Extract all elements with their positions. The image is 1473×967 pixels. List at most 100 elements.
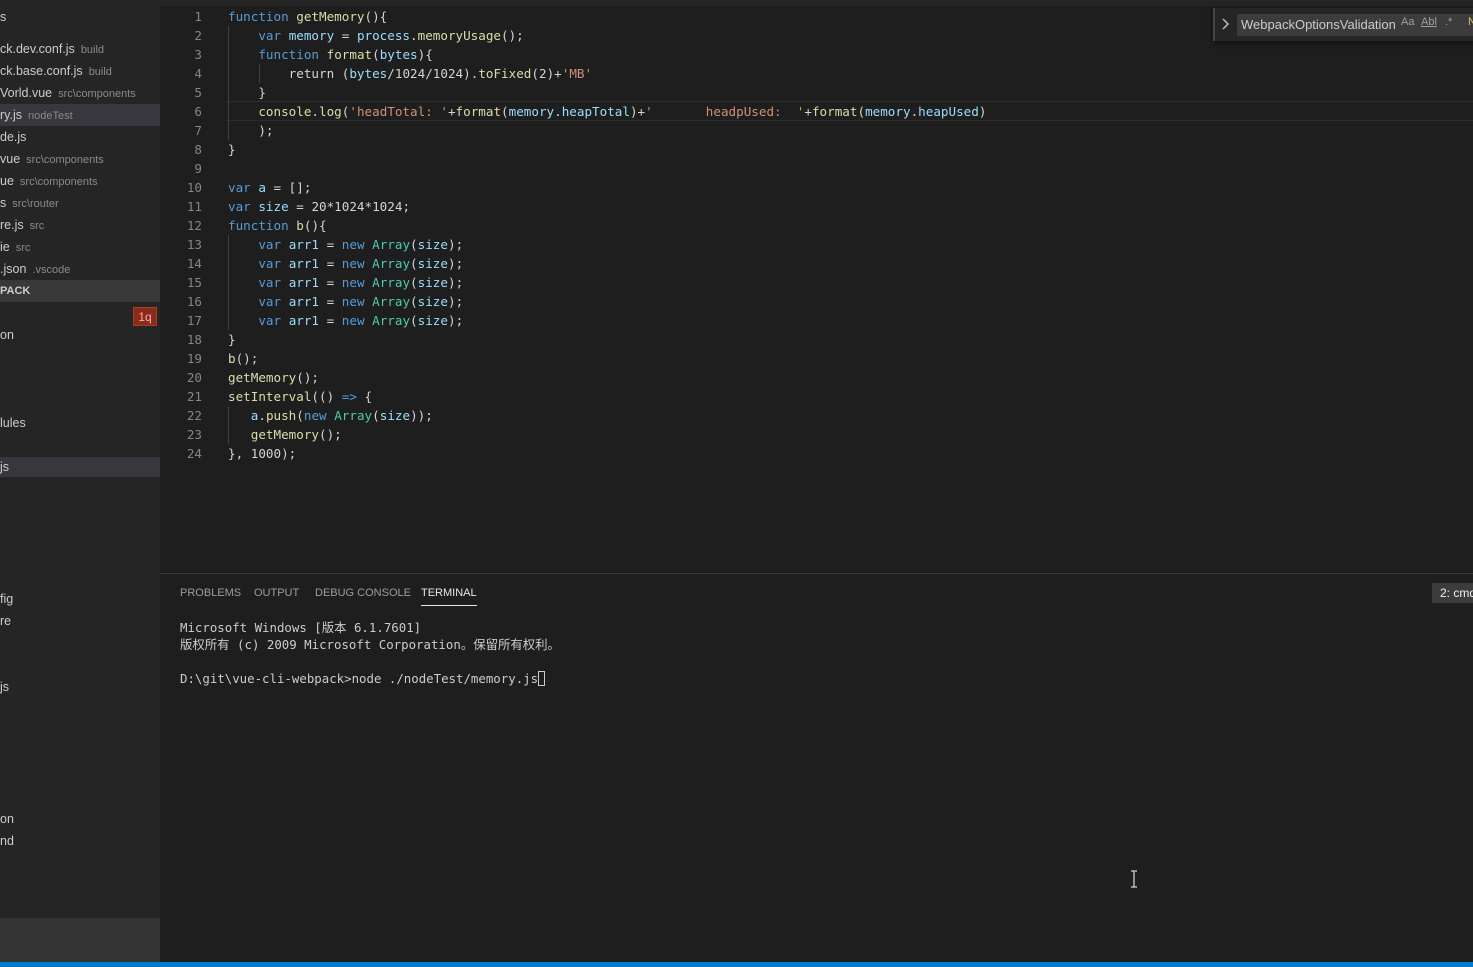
terminal-prompt-line[interactable]: D:\git\vue-cli-webpack>node ./nodeTest/m…: [180, 670, 546, 687]
code-line: 19 b();: [160, 349, 1473, 368]
line-number: 20: [186, 370, 202, 385]
line-number: 2: [194, 28, 202, 43]
code-line: 7 );: [160, 121, 1473, 140]
code-text: a.push(new Array(size));: [250, 408, 433, 423]
chevron-right-icon[interactable]: [1221, 16, 1231, 32]
code-text: setInterval(() => {: [228, 389, 373, 404]
code-line: 21 setInterval(() => {: [160, 387, 1473, 406]
tree-item[interactable]: lules: [0, 413, 160, 433]
open-editor-item[interactable]: .json .vscode: [0, 258, 160, 280]
code-line: 20 getMemory();: [160, 368, 1473, 387]
problem-badge: 1q: [133, 307, 157, 326]
file-path: src\components: [26, 154, 104, 166]
code-line: 11 var size = 20*1024*1024;: [160, 197, 1473, 216]
line-number: 16: [186, 294, 202, 309]
file-path: src\components: [19, 176, 98, 188]
terminal-output-line: 版权所有 (c) 2009 Microsoft Corporation。保留所有…: [180, 637, 560, 652]
sidebar-footer: [0, 918, 160, 967]
line-number: 22: [186, 408, 202, 423]
tree-item[interactable]: on: [0, 325, 160, 345]
code-line: 15 var arr1 = new Array(size);: [160, 273, 1473, 292]
line-number: 4: [194, 66, 202, 81]
file-name: .json: [0, 262, 27, 276]
code-editor[interactable]: 1 function getMemory(){ 2 var memory = pr…: [160, 0, 1473, 573]
tree-item[interactable]: js: [0, 677, 160, 697]
line-number: 23: [186, 427, 202, 442]
line-number: 1: [194, 9, 202, 24]
find-input[interactable]: WebpackOptionsValidation: [1237, 14, 1473, 36]
code-text: }: [228, 332, 236, 347]
file-path: src: [29, 220, 45, 232]
line-number: 17: [186, 313, 202, 328]
code-text: var arr1 = new Array(size);: [258, 256, 464, 271]
tab-output[interactable]: OUTPUT: [254, 586, 299, 606]
line-number: 13: [186, 237, 202, 252]
tree-item[interactable]: fig: [0, 589, 160, 609]
code-line: 9: [160, 159, 1473, 178]
tab-debug-console[interactable]: DEBUG CONSOLE: [315, 586, 411, 606]
line-number: 24: [186, 446, 202, 461]
open-editor-item[interactable]: s src\router: [0, 192, 160, 214]
code-text: b();: [228, 351, 259, 366]
code-text: var arr1 = new Array(size);: [258, 237, 464, 252]
terminal-select[interactable]: 2: cmd: [1432, 583, 1473, 603]
explorer-sidebar: s ck.dev.conf.js build ck.base.conf.js bui…: [0, 0, 160, 967]
tab-problems[interactable]: PROBLEMS: [180, 586, 241, 606]
terminal-output-line: Microsoft Windows [版本 6.1.7601]: [180, 620, 422, 635]
file-name: s: [0, 10, 7, 24]
line-number: 6: [194, 104, 202, 119]
tab-terminal[interactable]: TERMINAL: [421, 586, 477, 606]
open-editor-item-active[interactable]: ry.js nodeTest: [0, 104, 160, 126]
file-name: Vorld.vue: [0, 86, 53, 100]
code-text: }: [228, 85, 266, 100]
bottom-panel: PROBLEMS OUTPUT DEBUG CONSOLE TERMINAL 2…: [160, 573, 1473, 962]
code-line: 13 var arr1 = new Array(size);: [160, 235, 1473, 254]
open-editor-item[interactable]: ie src: [0, 236, 160, 258]
tree-item[interactable]: nd: [0, 831, 160, 851]
line-number: 9: [194, 161, 202, 176]
tree-item[interactable]: on: [0, 809, 160, 829]
find-widget: WebpackOptionsValidation Aa Abl .* N: [1213, 8, 1473, 41]
file-path: build: [88, 66, 112, 78]
line-number: 11: [186, 199, 202, 214]
line-number: 5: [194, 85, 202, 100]
code-line: 17 var arr1 = new Array(size);: [160, 311, 1473, 330]
find-input-value: WebpackOptionsValidation: [1241, 17, 1396, 32]
open-editor-item[interactable]: de.js: [0, 126, 160, 148]
file-path: nodeTest: [28, 110, 73, 122]
code-line: 4 return (bytes/1024/1024).toFixed(2)+'M…: [160, 64, 1473, 83]
code-line: 16 var arr1 = new Array(size);: [160, 292, 1473, 311]
code-line: 12 function b(){: [160, 216, 1473, 235]
line-number: 18: [186, 332, 202, 347]
tree-item[interactable]: re: [0, 611, 160, 631]
file-name: re.js: [0, 218, 24, 232]
open-editor-item[interactable]: s: [0, 6, 160, 28]
open-editor-item[interactable]: Vorld.vue src\components: [0, 82, 160, 104]
regex-toggle[interactable]: .*: [1445, 16, 1452, 28]
line-number: 8: [194, 142, 202, 157]
open-editor-item[interactable]: ck.dev.conf.js build: [0, 38, 160, 60]
code-line: 14 var arr1 = new Array(size);: [160, 254, 1473, 273]
file-name: ie: [0, 240, 10, 254]
whole-word-toggle[interactable]: Abl: [1421, 16, 1437, 28]
file-name: s: [0, 196, 7, 210]
code-line: 10 var a = [];: [160, 178, 1473, 197]
code-line: 23 getMemory();: [160, 425, 1473, 444]
file-path: .vscode: [32, 264, 71, 276]
code-text: }: [228, 142, 236, 157]
project-section-header[interactable]: PACK: [0, 280, 160, 302]
line-number: 3: [194, 47, 202, 62]
open-editor-item[interactable]: ue src\components: [0, 170, 160, 192]
code-text: function format(bytes){: [258, 47, 433, 62]
tree-item-selected[interactable]: js: [0, 457, 160, 477]
terminal-cursor: [538, 671, 546, 686]
code-text: return (bytes/1024/1024).toFixed(2)+'MB': [288, 66, 593, 81]
terminal-select-value: 2: cmd: [1440, 586, 1473, 600]
code-text: var a = [];: [228, 180, 312, 195]
open-editor-item[interactable]: re.js src: [0, 214, 160, 236]
open-editor-item[interactable]: ck.base.conf.js build: [0, 60, 160, 82]
open-editor-item[interactable]: vue src\components: [0, 148, 160, 170]
match-case-toggle[interactable]: Aa: [1401, 16, 1414, 28]
status-bar: [0, 962, 1473, 967]
file-path: src\router: [12, 198, 59, 210]
